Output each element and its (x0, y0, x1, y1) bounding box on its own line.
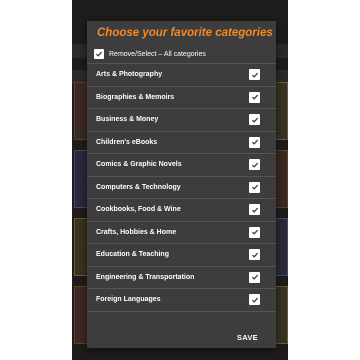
checkbox-checked-icon[interactable] (249, 91, 260, 103)
category-label: Foreign Languages (96, 296, 161, 304)
category-label: Cookbooks, Food & Wine (96, 206, 181, 214)
checkbox-checked-icon[interactable] (249, 136, 260, 148)
checkbox-checked-icon[interactable] (249, 271, 260, 283)
checkbox-checked-icon[interactable] (249, 114, 260, 126)
category-row[interactable]: Foreign Languages (87, 289, 276, 312)
category-row[interactable]: Business & Money (87, 109, 276, 132)
category-row[interactable]: Computers & Technology (87, 177, 276, 199)
category-label: Comics & Graphic Novels (96, 161, 182, 169)
category-label: Arts & Photography (96, 71, 163, 79)
checkbox-checked-icon[interactable] (249, 181, 260, 193)
category-row[interactable]: Crafts, Hobbies & Home (87, 222, 276, 244)
category-row[interactable]: Biographies & Memoirs (87, 87, 276, 109)
category-label: Computers & Technology (96, 183, 181, 191)
checkbox-checked-icon[interactable] (249, 226, 260, 238)
category-label: Children's eBooks (96, 138, 158, 146)
category-row[interactable]: Cookbooks, Food & Wine (87, 199, 276, 222)
select-all-label: Remove/Select – All categories (109, 50, 206, 58)
select-all-toggle[interactable]: Remove/Select – All categories (94, 47, 270, 61)
category-label: Biographies & Memoirs (96, 93, 175, 101)
category-label: Engineering & Transportation (96, 273, 195, 281)
checkbox-checked-icon[interactable] (249, 159, 260, 171)
category-row[interactable]: Engineering & Transportation (87, 267, 276, 289)
category-list: Arts & Photography Biographies & Memoirs… (87, 63, 276, 312)
checkbox-checked-icon[interactable] (94, 49, 104, 59)
checkbox-checked-icon[interactable] (249, 204, 260, 216)
category-label: Crafts, Hobbies & Home (96, 228, 177, 236)
category-label: Business & Money (96, 116, 159, 124)
category-row[interactable]: Education & Teaching (87, 244, 276, 267)
category-row[interactable]: Arts & Photography (87, 64, 276, 87)
checkbox-checked-icon[interactable] (249, 294, 260, 306)
checkbox-checked-icon[interactable] (249, 69, 260, 81)
category-row[interactable]: Comics & Graphic Novels (87, 154, 276, 177)
category-row[interactable]: Children's eBooks (87, 132, 276, 154)
dialog-title: Choose your favorite categories (97, 27, 273, 39)
category-dialog: Choose your favorite categories Remove/S… (87, 21, 276, 348)
save-button[interactable]: SAVE (237, 333, 258, 342)
checkbox-checked-icon[interactable] (249, 249, 260, 261)
category-label: Education & Teaching (96, 251, 169, 259)
